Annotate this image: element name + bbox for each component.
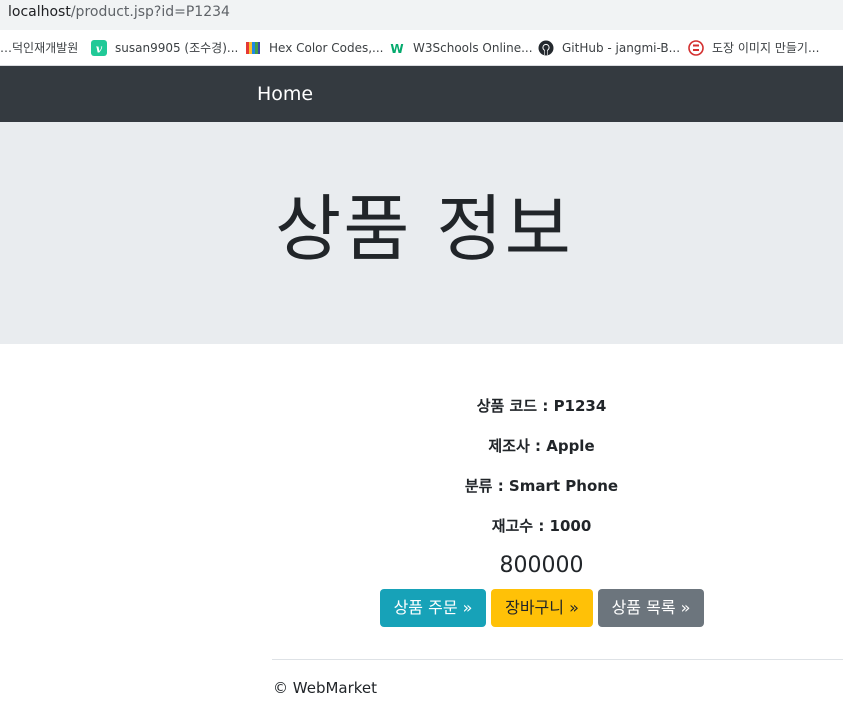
bookmark-item[interactable]: GitHub - jangmi-B...	[538, 30, 680, 65]
product-code-value: P1234	[553, 397, 607, 415]
bookmark-item[interactable]: Hex Color Codes,...	[245, 30, 384, 65]
bookmark-item[interactable]: 도장 이미지 만들기...	[688, 30, 819, 65]
stock-label: 재고수 :	[491, 517, 550, 535]
velog-icon: v	[91, 39, 107, 56]
stamp-icon	[688, 39, 704, 56]
color-book-icon	[245, 40, 261, 56]
product-code-line: 상품 코드 : P1234	[0, 395, 843, 416]
bookmark-label: 도장 이미지 만들기...	[712, 41, 820, 55]
url-text[interactable]: localhost/product.jsp?id=P1234	[8, 4, 230, 20]
nav-home-link[interactable]: Home	[257, 83, 313, 105]
url-host: localhost	[8, 4, 71, 20]
product-list-button[interactable]: 상품 목록 »	[598, 589, 704, 627]
bookmark-item[interactable]: v susan9905 (조수경)...	[91, 30, 238, 65]
address-bar[interactable]: localhost/product.jsp?id=P1234	[0, 0, 843, 30]
bookmark-label: GitHub - jangmi-B...	[562, 40, 681, 55]
svg-text:W: W	[390, 42, 403, 56]
stock-line: 재고수 : 1000	[0, 515, 843, 536]
product-price: 800000	[499, 553, 584, 578]
github-icon	[538, 40, 554, 56]
bookmark-label: W3Schools Online...	[413, 40, 533, 55]
bookmarks-bar: …덕인재개발원 v susan9905 (조수경)... Hex Color C…	[0, 30, 843, 66]
w3schools-icon: W	[389, 40, 405, 56]
bookmark-label: …덕인재개발원	[0, 41, 79, 55]
footer-copyright: © WebMarket	[273, 679, 378, 697]
url-path: /product.jsp?id=P1234	[70, 4, 230, 20]
product-code-label: 상품 코드 :	[476, 397, 554, 415]
svg-text:v: v	[96, 42, 103, 55]
manufacturer-line: 제조사 : Apple	[0, 435, 843, 456]
jumbotron: 상품 정보	[0, 122, 843, 344]
category-label: 분류 :	[464, 477, 509, 495]
bookmark-label: Hex Color Codes,...	[269, 40, 384, 55]
footer-divider	[272, 659, 843, 660]
manufacturer-value: Apple	[546, 437, 595, 455]
navbar: Home	[0, 66, 843, 122]
stock-value: 1000	[549, 517, 592, 535]
manufacturer-label: 제조사 :	[488, 437, 547, 455]
bookmark-item[interactable]: W W3Schools Online...	[389, 30, 533, 65]
category-line: 분류 : Smart Phone	[0, 475, 843, 496]
bookmark-label: susan9905 (조수경)...	[115, 41, 239, 55]
page-title: 상품 정보	[275, 187, 573, 271]
bookmark-item[interactable]: …덕인재개발원	[0, 30, 78, 65]
add-to-cart-button[interactable]: 장바구니 »	[491, 589, 593, 627]
order-button[interactable]: 상품 주문 »	[380, 589, 486, 627]
category-value: Smart Phone	[508, 477, 619, 495]
